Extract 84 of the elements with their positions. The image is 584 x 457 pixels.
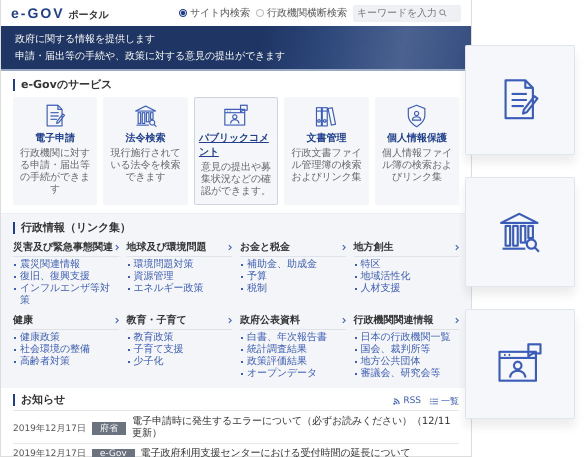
building-search-icon	[498, 210, 542, 254]
link-item[interactable]: オープンデータ	[240, 368, 346, 380]
category-link[interactable]: 行政機関関連情報	[354, 313, 434, 327]
logo[interactable]: e-GOV	[11, 4, 65, 20]
news-tag: e-Gov	[92, 448, 135, 457]
link-item[interactable]: 教育政策	[126, 332, 232, 344]
category-link[interactable]: 地球及び環境問題	[126, 240, 206, 254]
banner-text: 申請・届出等の手続や、政策に対する意見の提出ができます	[15, 50, 286, 63]
chevron-icon[interactable]	[455, 244, 459, 250]
logo-subtitle: ポータル	[68, 8, 109, 22]
service-link[interactable]: パブリックコメント	[198, 131, 274, 159]
link-item[interactable]: 高齢者対策	[13, 356, 118, 368]
section-title: e-Govのサービス	[13, 79, 459, 91]
news-date: 2019年12月17日	[13, 422, 86, 434]
news-date: 2019年12月17日	[13, 448, 86, 457]
link-item[interactable]: 地方公共団体	[354, 356, 459, 368]
service-card[interactable]: パブリックコメント 意見の提出や募集状況などの確認ができます。	[194, 97, 278, 205]
link-item[interactable]: 白書、年次報告書	[240, 332, 346, 344]
service-description: 意見の提出や募集状況などの確認ができます。	[200, 162, 272, 198]
binders-icon	[314, 104, 338, 128]
link-item[interactable]: 特区	[354, 259, 459, 271]
building-search-icon	[134, 104, 158, 128]
link-item[interactable]: 環境問題対策	[126, 259, 232, 271]
radio-button[interactable]	[179, 9, 187, 17]
link-item[interactable]: 資源管理	[126, 271, 232, 283]
service-description: 個人情報ファイル簿の検索およびリンク集	[380, 148, 453, 184]
service-card[interactable]: 電子申請 行政機関に対する申請・届出等の手続ができます	[13, 97, 98, 205]
category-link[interactable]: 災害及び緊急事態関連	[13, 240, 113, 254]
search-field[interactable]: キーワードを入力	[353, 4, 461, 22]
link-item[interactable]: 日本の行政機関一覧	[354, 332, 459, 344]
link-item[interactable]: 統計調査結果	[240, 344, 346, 356]
chevron-icon[interactable]	[342, 316, 346, 324]
section-title: お知らせ	[13, 394, 65, 406]
service-link[interactable]: 個人情報保護	[386, 131, 447, 145]
link-item[interactable]: 政策評価結果	[240, 356, 346, 368]
chevron-icon[interactable]	[342, 244, 346, 250]
list-icon[interactable]	[430, 398, 438, 404]
rss-icon[interactable]	[393, 398, 400, 404]
link-item[interactable]: 予算	[240, 271, 346, 283]
search-scope-label[interactable]: 行政機関横断検索	[267, 6, 347, 20]
category-link[interactable]: 政府公表資料	[240, 313, 300, 327]
search-scope-label[interactable]: サイト内検索	[190, 6, 250, 20]
link-item[interactable]: 社会環境の整備	[13, 344, 118, 356]
radio-button[interactable]	[256, 9, 264, 17]
section-title: 行政情報（リンク集）	[13, 222, 459, 234]
service-card[interactable]: 法令検索 現行施行されている法令を検索できます	[103, 97, 188, 205]
link-item[interactable]: 審議会、研究会等	[354, 368, 459, 380]
service-description: 現行施行されている法令を検索できます	[110, 148, 182, 184]
chevron-icon[interactable]	[455, 316, 459, 324]
link-item[interactable]: 地域活性化	[354, 271, 459, 283]
category-link[interactable]: 健康	[13, 313, 33, 327]
link-item[interactable]: 国会、裁判所等	[354, 344, 459, 356]
news-link[interactable]: 電子申請時に発生するエラーについて（必ずお読みください）（12/11更新）	[132, 416, 459, 440]
service-card[interactable]: 個人情報保護 個人情報ファイル簿の検索およびリンク集	[374, 97, 460, 205]
link-item[interactable]: 少子化	[126, 356, 232, 368]
service-link[interactable]: 文書管理	[306, 131, 346, 145]
list-link[interactable]: 一覧	[441, 394, 459, 408]
service-description: 行政機関に対する申請・届出等の手続ができます	[19, 148, 92, 196]
service-description: 行政文書ファイル管理簿の検索およびリンク集	[290, 148, 362, 184]
category-link[interactable]: 地方創生	[354, 240, 394, 254]
service-link[interactable]: 電子申請	[35, 131, 76, 145]
link-item[interactable]: 子育て支援	[126, 344, 232, 356]
category-link[interactable]: お金と税金	[240, 240, 290, 254]
chevron-icon[interactable]	[114, 244, 118, 250]
banner-text: 政府に関する情報を提供します	[15, 32, 156, 46]
news-link[interactable]: 電子政府利用支援センターにおける受付時間の延長について	[140, 448, 411, 457]
link-item[interactable]: インフルエンザ等対策	[13, 283, 118, 307]
browser-person-icon	[224, 104, 248, 128]
link-item[interactable]: 税制	[240, 283, 346, 295]
link-item[interactable]: エネルギー政策	[126, 283, 232, 295]
link-item[interactable]: 復旧、復興支援	[13, 271, 118, 283]
service-link[interactable]: 法令検索	[126, 131, 166, 145]
link-item[interactable]: 補助金、助成金	[240, 259, 346, 271]
service-card[interactable]: 文書管理 行政文書ファイル管理簿の検索およびリンク集	[284, 97, 369, 205]
chevron-icon[interactable]	[228, 244, 232, 250]
link-item[interactable]: 震災関連情報	[13, 259, 118, 271]
rss-link[interactable]: RSS	[403, 396, 421, 406]
news-tag: 府省	[92, 422, 126, 434]
chevron-icon[interactable]	[228, 316, 232, 324]
link-item[interactable]: 健康政策	[13, 332, 118, 344]
chevron-icon[interactable]	[114, 316, 118, 324]
search-icon[interactable]	[439, 9, 447, 17]
link-item[interactable]: 人材支援	[354, 283, 459, 295]
category-link[interactable]: 教育・子育て	[126, 313, 186, 327]
